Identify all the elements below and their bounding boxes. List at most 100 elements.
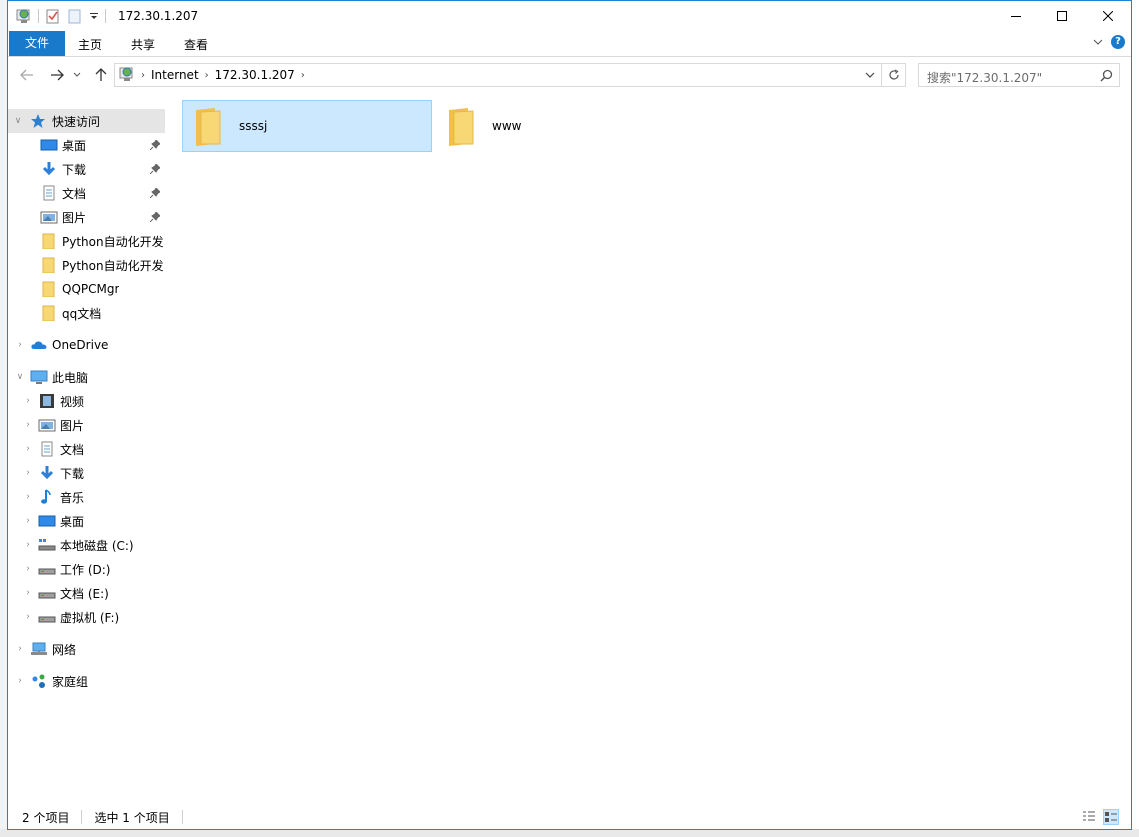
sidebar-item-pictures[interactable]: › 图片 — [8, 413, 165, 437]
breadcrumb-item-internet[interactable]: Internet — [151, 68, 199, 82]
sidebar-item-documents[interactable]: › 文档 — [8, 437, 165, 461]
expand-chevron-icon[interactable]: › — [22, 420, 34, 430]
sidebar-item-label: 文档 (E:) — [60, 586, 109, 601]
sidebar-item-recent-folder[interactable]: qq文档 — [8, 301, 165, 325]
sidebar-item-documents[interactable]: 文档 — [8, 181, 165, 205]
ribbon-tabs: 文件 主页 共享 查看 ? — [8, 31, 1131, 57]
collapse-chevron-icon[interactable]: ∨ — [14, 372, 26, 382]
sidebar-item-this-pc[interactable]: ∨ 此电脑 — [8, 365, 165, 389]
up-arrow-icon — [95, 68, 107, 81]
tab-home[interactable]: 主页 — [64, 33, 116, 57]
expand-chevron-icon[interactable]: › — [22, 444, 34, 454]
customize-toolbar-chevron-icon[interactable] — [89, 8, 99, 24]
forward-button[interactable] — [48, 67, 66, 83]
sidebar-item-onedrive[interactable]: › OneDrive — [8, 333, 165, 357]
address-history-button[interactable] — [861, 64, 879, 86]
sidebar-item-homegroup[interactable]: › 家庭组 — [8, 669, 165, 693]
expand-chevron-icon[interactable]: › — [22, 396, 34, 406]
sidebar-item-label: 文档 — [60, 442, 85, 457]
sidebar-item-label: 下载 — [62, 162, 87, 177]
help-icon[interactable]: ? — [1111, 35, 1125, 49]
expand-ribbon-chevron-icon[interactable] — [1093, 35, 1103, 49]
maximize-button[interactable] — [1039, 1, 1085, 31]
breadcrumb-separator-icon[interactable]: › — [205, 70, 209, 81]
expand-chevron-icon[interactable]: › — [22, 612, 34, 622]
collapse-chevron-icon[interactable]: ∨ — [12, 116, 24, 126]
breadcrumb-item-host[interactable]: 172.30.1.207 — [215, 68, 295, 82]
breadcrumb-separator-icon[interactable]: › — [141, 70, 145, 81]
sidebar-item-drive-f[interactable]: › 虚拟机 (F:) — [8, 605, 165, 629]
network-location-icon[interactable] — [16, 8, 32, 24]
expand-chevron-icon[interactable]: › — [22, 492, 34, 502]
sidebar-item-recent-folder[interactable]: Python自动化开发 — [8, 253, 165, 277]
sidebar-item-drive-e[interactable]: › 文档 (E:) — [8, 581, 165, 605]
tab-share[interactable]: 共享 — [117, 33, 169, 57]
properties-icon[interactable] — [45, 8, 61, 24]
sidebar-item-drive-c[interactable]: › 本地磁盘 (C:) — [8, 533, 165, 557]
sidebar-item-network[interactable]: › 网络 — [8, 637, 165, 661]
folder-item-www[interactable]: www — [436, 100, 686, 152]
tab-file[interactable]: 文件 — [9, 31, 66, 56]
up-button[interactable] — [92, 67, 110, 83]
sidebar-item-desktop[interactable]: 桌面 — [8, 133, 165, 157]
refresh-button[interactable] — [881, 64, 905, 86]
sidebar-item-pictures[interactable]: 图片 — [8, 205, 165, 229]
ribbon-right-controls: ? — [1093, 35, 1125, 49]
sidebar-item-recent-folder[interactable]: Python自动化开发 — [8, 229, 165, 253]
pin-icon[interactable] — [149, 139, 161, 153]
sidebar-item-downloads[interactable]: 下载 — [8, 157, 165, 181]
sidebar-item-label: 桌面 — [62, 138, 87, 153]
window-title: 172.30.1.207 — [118, 9, 199, 23]
search-box[interactable]: 搜索"172.30.1.207" — [918, 63, 1120, 87]
file-explorer-window: 172.30.1.207 文件 主页 共享 查看 ? › Internet › … — [7, 0, 1132, 830]
toolbar-separator — [38, 9, 39, 23]
folder-icon — [40, 305, 58, 322]
expand-chevron-icon[interactable]: › — [22, 564, 34, 574]
expand-chevron-icon[interactable]: › — [14, 644, 26, 654]
pictures-icon — [40, 209, 58, 225]
pin-icon[interactable] — [149, 163, 161, 177]
sidebar-item-downloads[interactable]: › 下载 — [8, 461, 165, 485]
sidebar-item-recent-folder[interactable]: QQPCMgr — [8, 277, 165, 301]
background-taskbar-edge — [0, 829, 1139, 837]
close-button[interactable] — [1085, 1, 1131, 31]
pin-icon[interactable] — [149, 211, 161, 225]
homegroup-icon — [30, 673, 48, 689]
details-view-icon[interactable] — [1081, 809, 1097, 825]
minimize-icon — [1011, 16, 1021, 17]
item-count: 2 个项目 — [22, 810, 70, 825]
tiles-view-icon[interactable] — [1103, 809, 1119, 825]
video-icon — [38, 393, 56, 409]
expand-chevron-icon[interactable]: › — [22, 516, 34, 526]
recent-locations-button[interactable] — [72, 67, 82, 83]
expand-chevron-icon[interactable]: › — [14, 340, 26, 350]
expand-chevron-icon[interactable]: › — [22, 588, 34, 598]
selected-count: 选中 1 个项目 — [94, 810, 170, 825]
sidebar-item-music[interactable]: › 音乐 — [8, 485, 165, 509]
quick-access-toolbar — [16, 7, 106, 25]
expand-chevron-icon[interactable]: › — [22, 540, 34, 550]
sidebar-item-videos[interactable]: › 视频 — [8, 389, 165, 413]
sidebar-item-label: 虚拟机 (F:) — [60, 610, 120, 625]
expand-chevron-icon[interactable]: › — [14, 676, 26, 686]
minimize-button[interactable] — [993, 1, 1039, 31]
new-folder-icon[interactable] — [67, 8, 83, 24]
download-icon — [40, 161, 58, 177]
pin-icon[interactable] — [149, 187, 161, 201]
search-icon[interactable] — [1100, 69, 1113, 85]
expand-chevron-icon[interactable]: › — [22, 468, 34, 478]
sidebar-item-desktop[interactable]: › 桌面 — [8, 509, 165, 533]
sidebar-item-label: 本地磁盘 (C:) — [60, 538, 134, 553]
sidebar-item-drive-d[interactable]: › 工作 (D:) — [8, 557, 165, 581]
address-bar[interactable]: › Internet › 172.30.1.207 › — [114, 63, 906, 87]
pictures-icon — [38, 417, 56, 433]
sidebar-item-quick-access[interactable]: ∨ 快速访问 — [8, 109, 165, 133]
breadcrumb-separator-icon[interactable]: › — [301, 70, 305, 81]
folder-item-sssj[interactable]: ssssj — [182, 100, 432, 152]
back-button[interactable] — [18, 67, 36, 83]
sidebar-item-label: qq文档 — [62, 306, 102, 321]
document-icon — [40, 185, 58, 201]
network-icon — [30, 641, 48, 657]
tab-view[interactable]: 查看 — [170, 33, 222, 57]
status-separator — [181, 810, 183, 824]
